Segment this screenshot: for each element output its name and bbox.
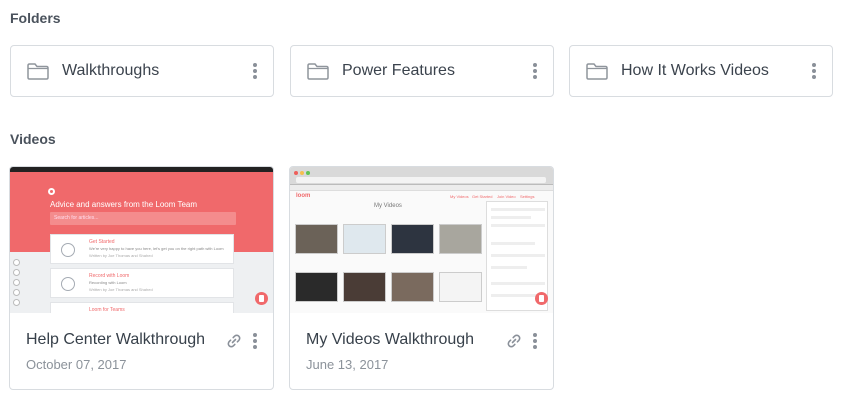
record-icon [535, 292, 548, 305]
loom-logo-icon [48, 188, 55, 195]
thumbnail-sidebar [13, 259, 21, 309]
video-title[interactable]: Help Center Walkthrough [26, 331, 205, 349]
thumbnail-nav: Get Started [472, 194, 493, 199]
video-card-help-center[interactable]: Advice and answers from the Loom Team Se… [9, 166, 274, 390]
video-thumbnail[interactable]: Advice and answers from the Loom Team Se… [10, 167, 273, 313]
video-date: October 07, 2017 [26, 357, 127, 372]
browser-url-bar [296, 177, 546, 183]
person-icon [61, 243, 75, 257]
more-options-icon[interactable] [250, 331, 260, 351]
panel-title: Loom for Teams [89, 307, 125, 313]
thumbnail-nav: My Videos [450, 194, 469, 199]
thumbnail-panel: Record with Loom Recording with Loom Wri… [50, 268, 234, 298]
videos-section-title: Videos [10, 131, 56, 147]
panel-title: Get Started [89, 239, 115, 245]
video-thumbnail[interactable]: loom My Videos Get Started Join Video Se… [290, 167, 553, 313]
thumbnail-brand: loom [296, 193, 311, 199]
link-icon[interactable] [226, 333, 242, 349]
more-options-icon[interactable] [250, 61, 260, 81]
video-title[interactable]: My Videos Walkthrough [306, 331, 474, 349]
browser-chrome [290, 167, 553, 185]
link-icon[interactable] [506, 333, 522, 349]
folder-label: Walkthroughs [62, 62, 160, 79]
thumbnail-search: Search for articles... [50, 212, 236, 225]
video-tile [439, 224, 482, 254]
thumbnail-panel: Get Started We're very happy to have you… [50, 234, 234, 264]
more-options-icon[interactable] [530, 331, 540, 351]
thumbnail-nav: Join Video [497, 194, 516, 199]
folder-icon [307, 62, 329, 80]
panel-text: We're very happy to have you here, let's… [89, 246, 224, 251]
panel-meta: Written by Joe Thomas and Shahed [89, 253, 153, 258]
folders-section-title: Folders [10, 10, 61, 26]
folder-card-walkthroughs[interactable]: Walkthroughs [10, 45, 274, 97]
record-icon [255, 292, 268, 305]
video-tile [295, 272, 338, 302]
folder-label: How It Works Videos [621, 62, 769, 79]
more-options-icon[interactable] [530, 61, 540, 81]
thumbnail-heading: My Videos [374, 203, 402, 209]
thumbnail-panel: Loom for Teams [50, 302, 234, 313]
team-icon [61, 277, 75, 291]
video-card-my-videos[interactable]: loom My Videos Get Started Join Video Se… [289, 166, 554, 390]
more-options-icon[interactable] [809, 61, 819, 81]
thumbnail-page: loom My Videos Get Started Join Video Se… [290, 191, 553, 313]
panel-title: Record with Loom [89, 273, 130, 279]
folder-card-how-it-works-videos[interactable]: How It Works Videos [569, 45, 833, 97]
video-tile [295, 224, 338, 254]
thumbnail-nav: Settings [520, 194, 535, 199]
thumbnail-search-text: Search for articles... [54, 215, 99, 221]
video-tile [343, 272, 386, 302]
panel-meta: Written by Joe Thomas and Shahed [89, 287, 153, 292]
video-tile [343, 224, 386, 254]
folder-card-power-features[interactable]: Power Features [290, 45, 554, 97]
thumbnail-heading: Advice and answers from the Loom Team [50, 200, 198, 209]
folder-icon [586, 62, 608, 80]
video-tile [391, 224, 434, 254]
folder-label: Power Features [342, 62, 455, 79]
video-tile [439, 272, 482, 302]
panel-text: Recording with Loom [89, 280, 127, 285]
video-tile [391, 272, 434, 302]
video-date: June 13, 2017 [306, 357, 389, 372]
folder-icon [27, 62, 49, 80]
